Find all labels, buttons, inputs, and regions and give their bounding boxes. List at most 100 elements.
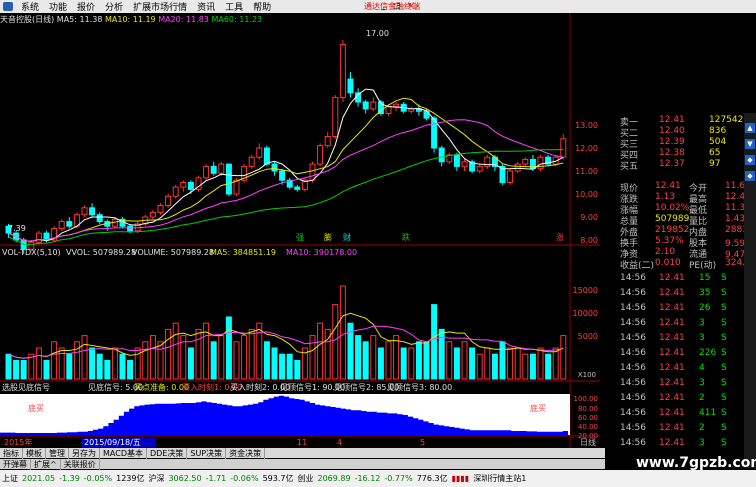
side-button[interactable]: ◆ — [745, 155, 755, 165]
order-volume: 836 — [709, 126, 727, 136]
side-button[interactable]: ▲ — [745, 123, 755, 133]
volume-bar — [149, 335, 156, 380]
minimize-button[interactable]: _ — [378, 1, 388, 11]
tick-time: 14:56 — [620, 423, 646, 433]
sh-label[interactable]: 上证 — [0, 473, 20, 484]
tick-side: S — [721, 303, 727, 313]
volume-bar — [81, 335, 88, 380]
kline-chart-panel[interactable]: 13.00 12.00 11.00 10.00 9.00 8.00 17.00 … — [0, 13, 600, 468]
close-button[interactable]: × — [406, 1, 416, 11]
tab-danmaku[interactable]: 开弹幕 — [0, 458, 31, 470]
tick-time: 14:56 — [620, 408, 646, 418]
side-button[interactable]: ▼ — [745, 139, 755, 149]
menu-item-help[interactable]: 帮助 — [248, 0, 276, 13]
volume-bar — [20, 359, 27, 380]
event-marker[interactable]: 涨 — [556, 232, 564, 242]
menu-item-quote[interactable]: 报价 — [72, 0, 100, 13]
toolbar-manage[interactable]: 管理 — [46, 447, 69, 459]
date-axis-tick: 5 — [420, 438, 425, 447]
menu-item-tools[interactable]: 工具 — [220, 0, 248, 13]
sz-index: 3062.50 — [168, 474, 202, 483]
menu-item-function[interactable]: 功能 — [44, 0, 72, 13]
date-cursor: 2015/09/18/五 — [84, 438, 141, 447]
candle — [332, 96, 339, 137]
menu-item-news[interactable]: 资讯 — [192, 0, 220, 13]
tab-expand[interactable]: 扩展^ — [31, 458, 61, 470]
candle — [35, 232, 42, 243]
site-label[interactable]: 深圳行情主站1 — [471, 473, 528, 484]
maximize-button[interactable]: □ — [392, 1, 402, 11]
tick-volume: 2 — [699, 393, 705, 403]
tab-related-quote[interactable]: 关联报价 — [61, 458, 100, 470]
volume-bar — [423, 341, 430, 380]
candle — [522, 159, 529, 165]
vol-ma10-readout: MA10: 390178.00 — [286, 248, 357, 257]
volume-bar — [89, 347, 96, 380]
side-scroll[interactable]: ▲ ▼ ◆ ◆ — [744, 113, 756, 468]
tick-side: S — [721, 333, 727, 343]
volume-bar — [172, 322, 179, 380]
stat-value: 1.13 — [655, 192, 676, 202]
candle — [225, 163, 232, 195]
volume-bar — [51, 341, 58, 380]
volume-bar — [415, 341, 422, 380]
candle — [81, 207, 88, 216]
candle — [263, 147, 270, 165]
order-price: 12.40 — [659, 126, 685, 136]
toolbar-macd[interactable]: MACD基本 — [100, 447, 147, 459]
volume-bar — [560, 335, 567, 380]
stat-value: 507989 — [655, 214, 690, 224]
stat-label: PE(动) — [689, 261, 717, 271]
stat-row: 外盘 219852 内盘 288138 — [617, 225, 756, 238]
event-marker[interactable]: 跌 — [402, 232, 410, 242]
tick-row: 14:56 12.41 4 S — [617, 363, 756, 374]
tick-time: 14:56 — [620, 318, 646, 328]
cy-pct: -0.77% — [384, 474, 413, 483]
event-marker[interactable]: 膨 — [324, 232, 332, 242]
status-bar: 上证 2021.05 -1.39 -0.05% 1239亿 沪深 3062.50… — [0, 470, 756, 487]
order-price: 12.38 — [659, 148, 685, 158]
toolbar-sup[interactable]: SUP决策 — [187, 447, 227, 459]
period-label[interactable]: 日线 — [580, 437, 596, 447]
volume-bar — [431, 304, 438, 380]
volume-bar — [362, 341, 369, 380]
tick-row: 14:56 12.41 2 S — [617, 423, 756, 434]
tick-row: 14:56 12.41 3 S — [617, 378, 756, 389]
sz-label[interactable]: 沪深 — [146, 473, 166, 484]
menu-item-system[interactable]: 系统 — [16, 0, 44, 13]
stat-row: 换手 5.37% 股本 9.59亿 — [617, 236, 756, 249]
toolbar-capital[interactable]: 资金决策 — [226, 447, 266, 459]
menu-item-ext-market[interactable]: 扩展市场行情 — [128, 0, 192, 13]
tick-price: 12.41 — [659, 333, 685, 343]
tick-volume: 15 — [699, 273, 711, 283]
ind-axis-label: 60.00 — [578, 414, 598, 422]
toolbar-dde[interactable]: DDE决策 — [147, 447, 188, 459]
tick-row: 14:56 12.41 226 S — [617, 348, 756, 359]
event-marker[interactable]: 财 — [343, 232, 351, 242]
tick-side: S — [721, 408, 727, 418]
order-book-row: 卖一 12.41 127542 — [617, 115, 756, 128]
toolbar-saveas[interactable]: 另存为 — [69, 447, 100, 459]
candle — [309, 163, 316, 181]
tick-price: 12.41 — [659, 393, 685, 403]
candle — [187, 182, 194, 190]
tick-time: 14:56 — [620, 363, 646, 373]
event-marker[interactable]: 强 — [296, 233, 304, 242]
vol-indicator-label[interactable]: VOL-TDX(5,10) — [2, 248, 61, 257]
candle — [89, 207, 96, 216]
order-label: 买五 — [620, 162, 639, 172]
toolbar-template[interactable]: 模板 — [23, 447, 46, 459]
price-axis-label: 13.00 — [575, 121, 598, 130]
menu-bar: 系统 功能 报价 分析 扩展市场行情 资讯 工具 帮助 通达信金融终端 _ □ … — [0, 0, 756, 13]
menu-item-analysis[interactable]: 分析 — [100, 0, 128, 13]
toolbar-indicator[interactable]: 指标 — [0, 447, 23, 459]
volume-bar — [507, 347, 514, 380]
volume-bar — [393, 335, 400, 380]
volume-bar — [233, 341, 240, 380]
price-axis-label: 10.00 — [575, 190, 598, 199]
candle — [294, 186, 301, 190]
side-button[interactable]: ◆ — [745, 171, 755, 181]
volume-bar — [13, 359, 20, 380]
indicator-label[interactable]: 选股见底信号 — [2, 382, 50, 392]
cy-label[interactable]: 创业 — [295, 473, 315, 484]
